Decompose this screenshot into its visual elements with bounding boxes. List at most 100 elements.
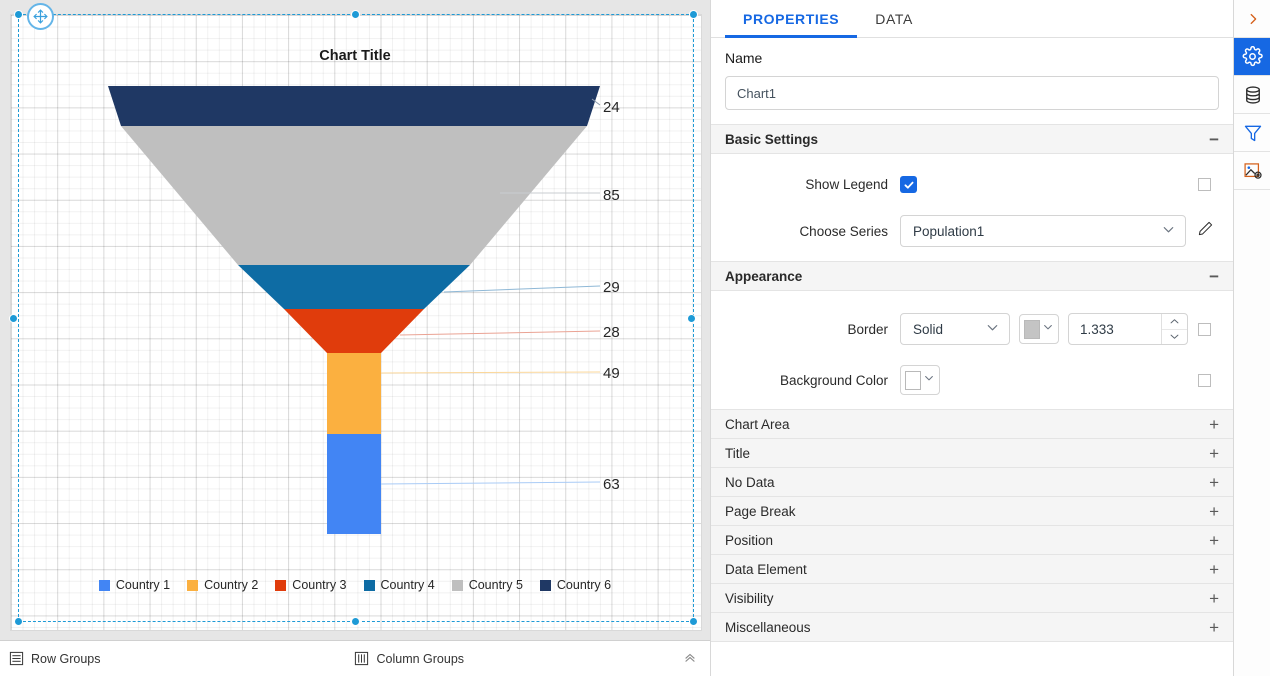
legend-item[interactable]: Country 4 [363,578,435,592]
tab-properties[interactable]: PROPERTIES [725,0,858,38]
selection-handle-bottom-right[interactable] [689,617,698,626]
section-page-break-label: Page Break [725,503,796,519]
show-legend-checkbox[interactable] [900,176,917,193]
rail-data-button[interactable] [1234,76,1270,114]
background-color-expression-checkbox[interactable] [1198,373,1211,387]
plus-icon[interactable]: + [1209,503,1219,520]
row-groups-icon [9,651,24,666]
border-style-select[interactable]: Solid [900,313,1010,345]
plus-icon[interactable]: + [1209,474,1219,491]
plus-icon[interactable]: + [1209,619,1219,636]
border-color-picker[interactable] [1019,314,1059,344]
filter-icon [1244,125,1261,141]
report-designer: 24 85 29 28 49 63 Chart Title Country 1 … [0,0,1270,676]
section-data-element[interactable]: Data Element + [711,555,1233,584]
chevron-down-icon [923,371,935,389]
leader-line-28 [399,330,601,336]
name-field-group: Name Chart1 [711,38,1233,110]
section-visibility[interactable]: Visibility + [711,584,1233,613]
section-position[interactable]: Position + [711,526,1233,555]
border-color-swatch [1024,319,1040,339]
choose-series-select[interactable]: Population1 [900,215,1186,247]
section-miscellaneous-label: Miscellaneous [725,619,811,635]
spinner-arrows [1161,314,1187,344]
selection-handle-top-left[interactable] [14,10,23,19]
selection-handle-mid-left[interactable] [9,314,18,323]
name-label: Name [725,50,763,66]
plus-icon[interactable]: + [1209,416,1219,433]
section-visibility-label: Visibility [725,590,774,606]
funnel-segment-country-2[interactable] [327,353,381,434]
plus-icon[interactable]: + [1209,590,1219,607]
tab-data-label: DATA [875,10,913,27]
design-surface[interactable]: 24 85 29 28 49 63 Chart Title Country 1 … [0,0,710,676]
legend-item[interactable]: Country 1 [98,578,170,592]
chevron-right-icon [1250,13,1256,24]
funnel-segment-country-1[interactable] [327,434,381,534]
funnel-segment-country-5[interactable] [121,126,587,265]
section-page-break[interactable]: Page Break + [711,497,1233,526]
section-position-label: Position [725,532,774,548]
funnel-segment-country-3[interactable] [284,309,424,353]
legend-label: Country 4 [380,578,435,592]
chevron-up-icon[interactable] [1162,314,1187,329]
section-appearance[interactable]: Appearance − [711,261,1233,291]
column-groups-icon [355,651,369,666]
minus-icon[interactable]: − [1209,131,1219,148]
legend-label: Country 5 [468,578,523,592]
selection-handle-mid-right[interactable] [687,314,696,323]
legend-item[interactable]: Country 6 [539,578,611,592]
border-expression-checkbox[interactable] [1198,322,1211,336]
border-width-value: 1.333 [1080,321,1114,337]
selection-handle-top-center[interactable] [351,10,360,19]
minus-icon[interactable]: − [1209,268,1219,285]
properties-content: Name Chart1 Basic Settings − Show Legend [711,38,1233,676]
section-chart-area[interactable]: Chart Area + [711,410,1233,439]
column-groups-button[interactable]: Column Groups [354,651,464,666]
row-groups-button[interactable]: Row Groups [9,651,100,666]
legend-swatch-icon [187,579,199,591]
plus-icon[interactable]: + [1209,445,1219,462]
section-miscellaneous[interactable]: Miscellaneous + [711,613,1233,642]
legend-swatch-icon [451,579,463,591]
section-basic-settings[interactable]: Basic Settings − [711,124,1233,154]
rail-filter-button[interactable] [1234,114,1270,152]
check-icon [904,181,914,189]
funnel-chart[interactable]: 24 85 29 28 49 63 [0,0,710,676]
selection-handle-top-right[interactable] [689,10,698,19]
show-legend-expression-checkbox[interactable] [1198,178,1211,191]
selection-handle-bottom-center[interactable] [351,617,360,626]
chevron-up-icon[interactable] [683,651,697,668]
plus-icon[interactable]: + [1209,561,1219,578]
leader-line-63 [380,481,601,485]
row-groups-label: Row Groups [31,651,101,666]
tab-data[interactable]: DATA [857,0,931,37]
section-title[interactable]: Title + [711,439,1233,468]
section-no-data[interactable]: No Data + [711,468,1233,497]
choose-series-value: Population1 [913,223,985,239]
border-width-stepper[interactable]: 1.333 [1068,313,1188,345]
leader-line-29 [443,285,601,293]
pencil-icon[interactable] [1197,220,1214,242]
background-color-picker[interactable] [900,365,940,395]
plus-icon[interactable]: + [1209,532,1219,549]
legend-item[interactable]: Country 3 [275,578,347,592]
rail-chart-settings-button[interactable] [1234,152,1270,190]
move-icon[interactable] [27,3,54,30]
legend-swatch-icon [539,579,551,591]
name-input[interactable]: Chart1 [725,76,1219,110]
section-chart-area-label: Chart Area [725,416,790,432]
legend-item[interactable]: Country 2 [187,578,258,592]
chart-legend: Country 1 Country 2 Country 3 Country 4 … [0,578,710,592]
collapse-panel-button[interactable] [1234,0,1270,38]
chevron-down-icon[interactable] [1162,328,1187,345]
funnel-segment-country-4[interactable] [238,265,470,309]
collapsed-sections: Chart Area + Title + No Data + Page Brea… [711,409,1233,642]
selection-handle-bottom-left[interactable] [14,617,23,626]
funnel-segment-country-6[interactable] [108,86,600,126]
row-show-legend: Show Legend [725,176,1219,193]
rail-properties-button[interactable] [1234,38,1270,76]
legend-item[interactable]: Country 5 [451,578,523,592]
background-color-label: Background Color [779,372,888,388]
chart-title: Chart Title [319,48,391,64]
